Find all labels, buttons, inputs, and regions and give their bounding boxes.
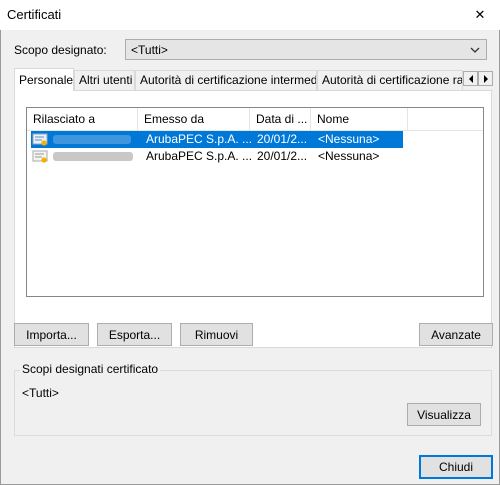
close-window-button[interactable]: ✕: [460, 0, 500, 30]
close-icon: ✕: [474, 7, 486, 22]
name-cell: <Nessuna>: [318, 149, 380, 163]
chevron-right-icon: [483, 74, 488, 83]
import-button[interactable]: Importa...: [14, 323, 89, 346]
tab-label: Autorità di certificazione intermedie: [140, 73, 317, 87]
export-button[interactable]: Esporta...: [97, 323, 172, 346]
table-row[interactable]: ArubaPEC S.p.A. ... 20/01/2... <Nessuna>: [31, 131, 403, 148]
table-row[interactable]: ArubaPEC S.p.A. ... 20/01/2... <Nessuna>: [31, 148, 403, 165]
certificate-icon: [32, 133, 48, 146]
chevron-down-icon: [470, 47, 480, 53]
chevron-left-icon: [468, 74, 473, 83]
redacted-name: [53, 135, 131, 144]
tab-label: Altri utenti: [79, 73, 133, 87]
date-cell: 20/01/2...: [257, 149, 308, 163]
column-header-expiration[interactable]: Data di ...: [250, 108, 311, 131]
close-button[interactable]: Chiudi: [419, 455, 493, 479]
advanced-button[interactable]: Avanzate: [419, 323, 493, 346]
scope-label: Scopo designato:: [14, 43, 107, 57]
tab-intermediate-ca[interactable]: Autorità di certificazione intermedie: [135, 70, 317, 90]
tab-altri-utenti[interactable]: Altri utenti: [74, 70, 135, 90]
tab-scroll-right-button[interactable]: [478, 71, 493, 86]
issued-by-cell: ArubaPEC S.p.A. ...: [146, 149, 251, 163]
issued-by-cell: ArubaPEC S.p.A. ...: [146, 132, 251, 146]
certificate-icon: [32, 150, 48, 163]
purposes-value: <Tutti>: [22, 386, 59, 400]
tab-scroll-left-button[interactable]: [463, 71, 478, 86]
tab-personale[interactable]: Personale: [14, 68, 74, 91]
certificate-list[interactable]: Rilasciato a Emesso da Data di ... Nome …: [26, 107, 484, 297]
date-cell: 20/01/2...: [257, 132, 308, 146]
tab-label: Personale: [19, 73, 74, 87]
redacted-name: [53, 152, 133, 161]
column-header-issued-by[interactable]: Emesso da: [138, 108, 250, 131]
tab-label: Autorità di certificazione radice: [322, 73, 463, 87]
tab-root-ca[interactable]: Autorità di certificazione radice: [317, 70, 463, 90]
scope-select-value: <Tutti>: [131, 43, 168, 57]
window-title: Certificati: [7, 7, 62, 22]
title-bar: [0, 0, 500, 30]
purposes-group-title: Scopi designati certificato: [20, 362, 161, 376]
name-cell: <Nessuna>: [318, 132, 380, 146]
scope-select[interactable]: <Tutti>: [125, 39, 487, 60]
column-header-name[interactable]: Nome: [311, 108, 408, 131]
remove-button[interactable]: Rimuovi: [180, 323, 253, 346]
view-button[interactable]: Visualizza: [407, 403, 481, 426]
column-header-issued-to[interactable]: Rilasciato a: [27, 108, 138, 131]
